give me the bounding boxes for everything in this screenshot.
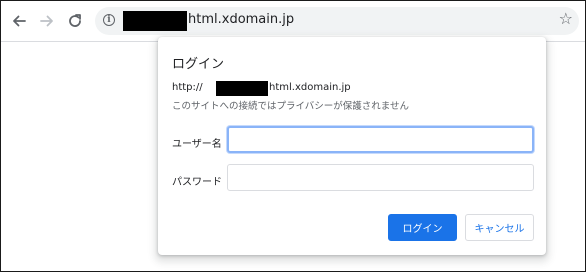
username-input[interactable] bbox=[227, 126, 534, 153]
browser-toolbar: i html.xdomain.jp ☆ bbox=[1, 1, 585, 42]
url-text[interactable]: html.xdomain.jp bbox=[188, 12, 294, 27]
screenshot-frame: i html.xdomain.jp ☆ ログイン http:// html.xd… bbox=[0, 0, 586, 272]
reload-button[interactable] bbox=[65, 11, 85, 31]
dialog-title: ログイン bbox=[172, 57, 225, 72]
back-button[interactable] bbox=[9, 11, 29, 31]
address-bar[interactable]: i html.xdomain.jp ☆ bbox=[95, 7, 579, 35]
forward-button[interactable] bbox=[37, 11, 57, 31]
origin-host: html.xdomain.jp bbox=[269, 82, 351, 93]
star-icon[interactable]: ☆ bbox=[559, 11, 573, 27]
redacted-origin-segment bbox=[216, 81, 268, 96]
login-button[interactable]: ログイン bbox=[388, 214, 457, 241]
arrow-right-icon bbox=[40, 15, 53, 27]
origin-prefix: http:// bbox=[172, 82, 203, 93]
username-label: ユーザー名 bbox=[172, 139, 222, 150]
password-label: パスワード bbox=[172, 177, 222, 188]
redacted-url-segment bbox=[123, 11, 187, 31]
arrow-left-icon bbox=[13, 15, 26, 27]
info-icon[interactable]: i bbox=[103, 14, 115, 26]
login-dialog: ログイン http:// html.xdomain.jp このサイトへの接続では… bbox=[158, 37, 546, 255]
cancel-button[interactable]: キャンセル bbox=[465, 214, 534, 241]
privacy-warning: このサイトへの接続ではプライバシーが保護されません bbox=[172, 101, 410, 112]
reload-icon bbox=[69, 14, 81, 27]
password-input[interactable] bbox=[227, 164, 534, 191]
